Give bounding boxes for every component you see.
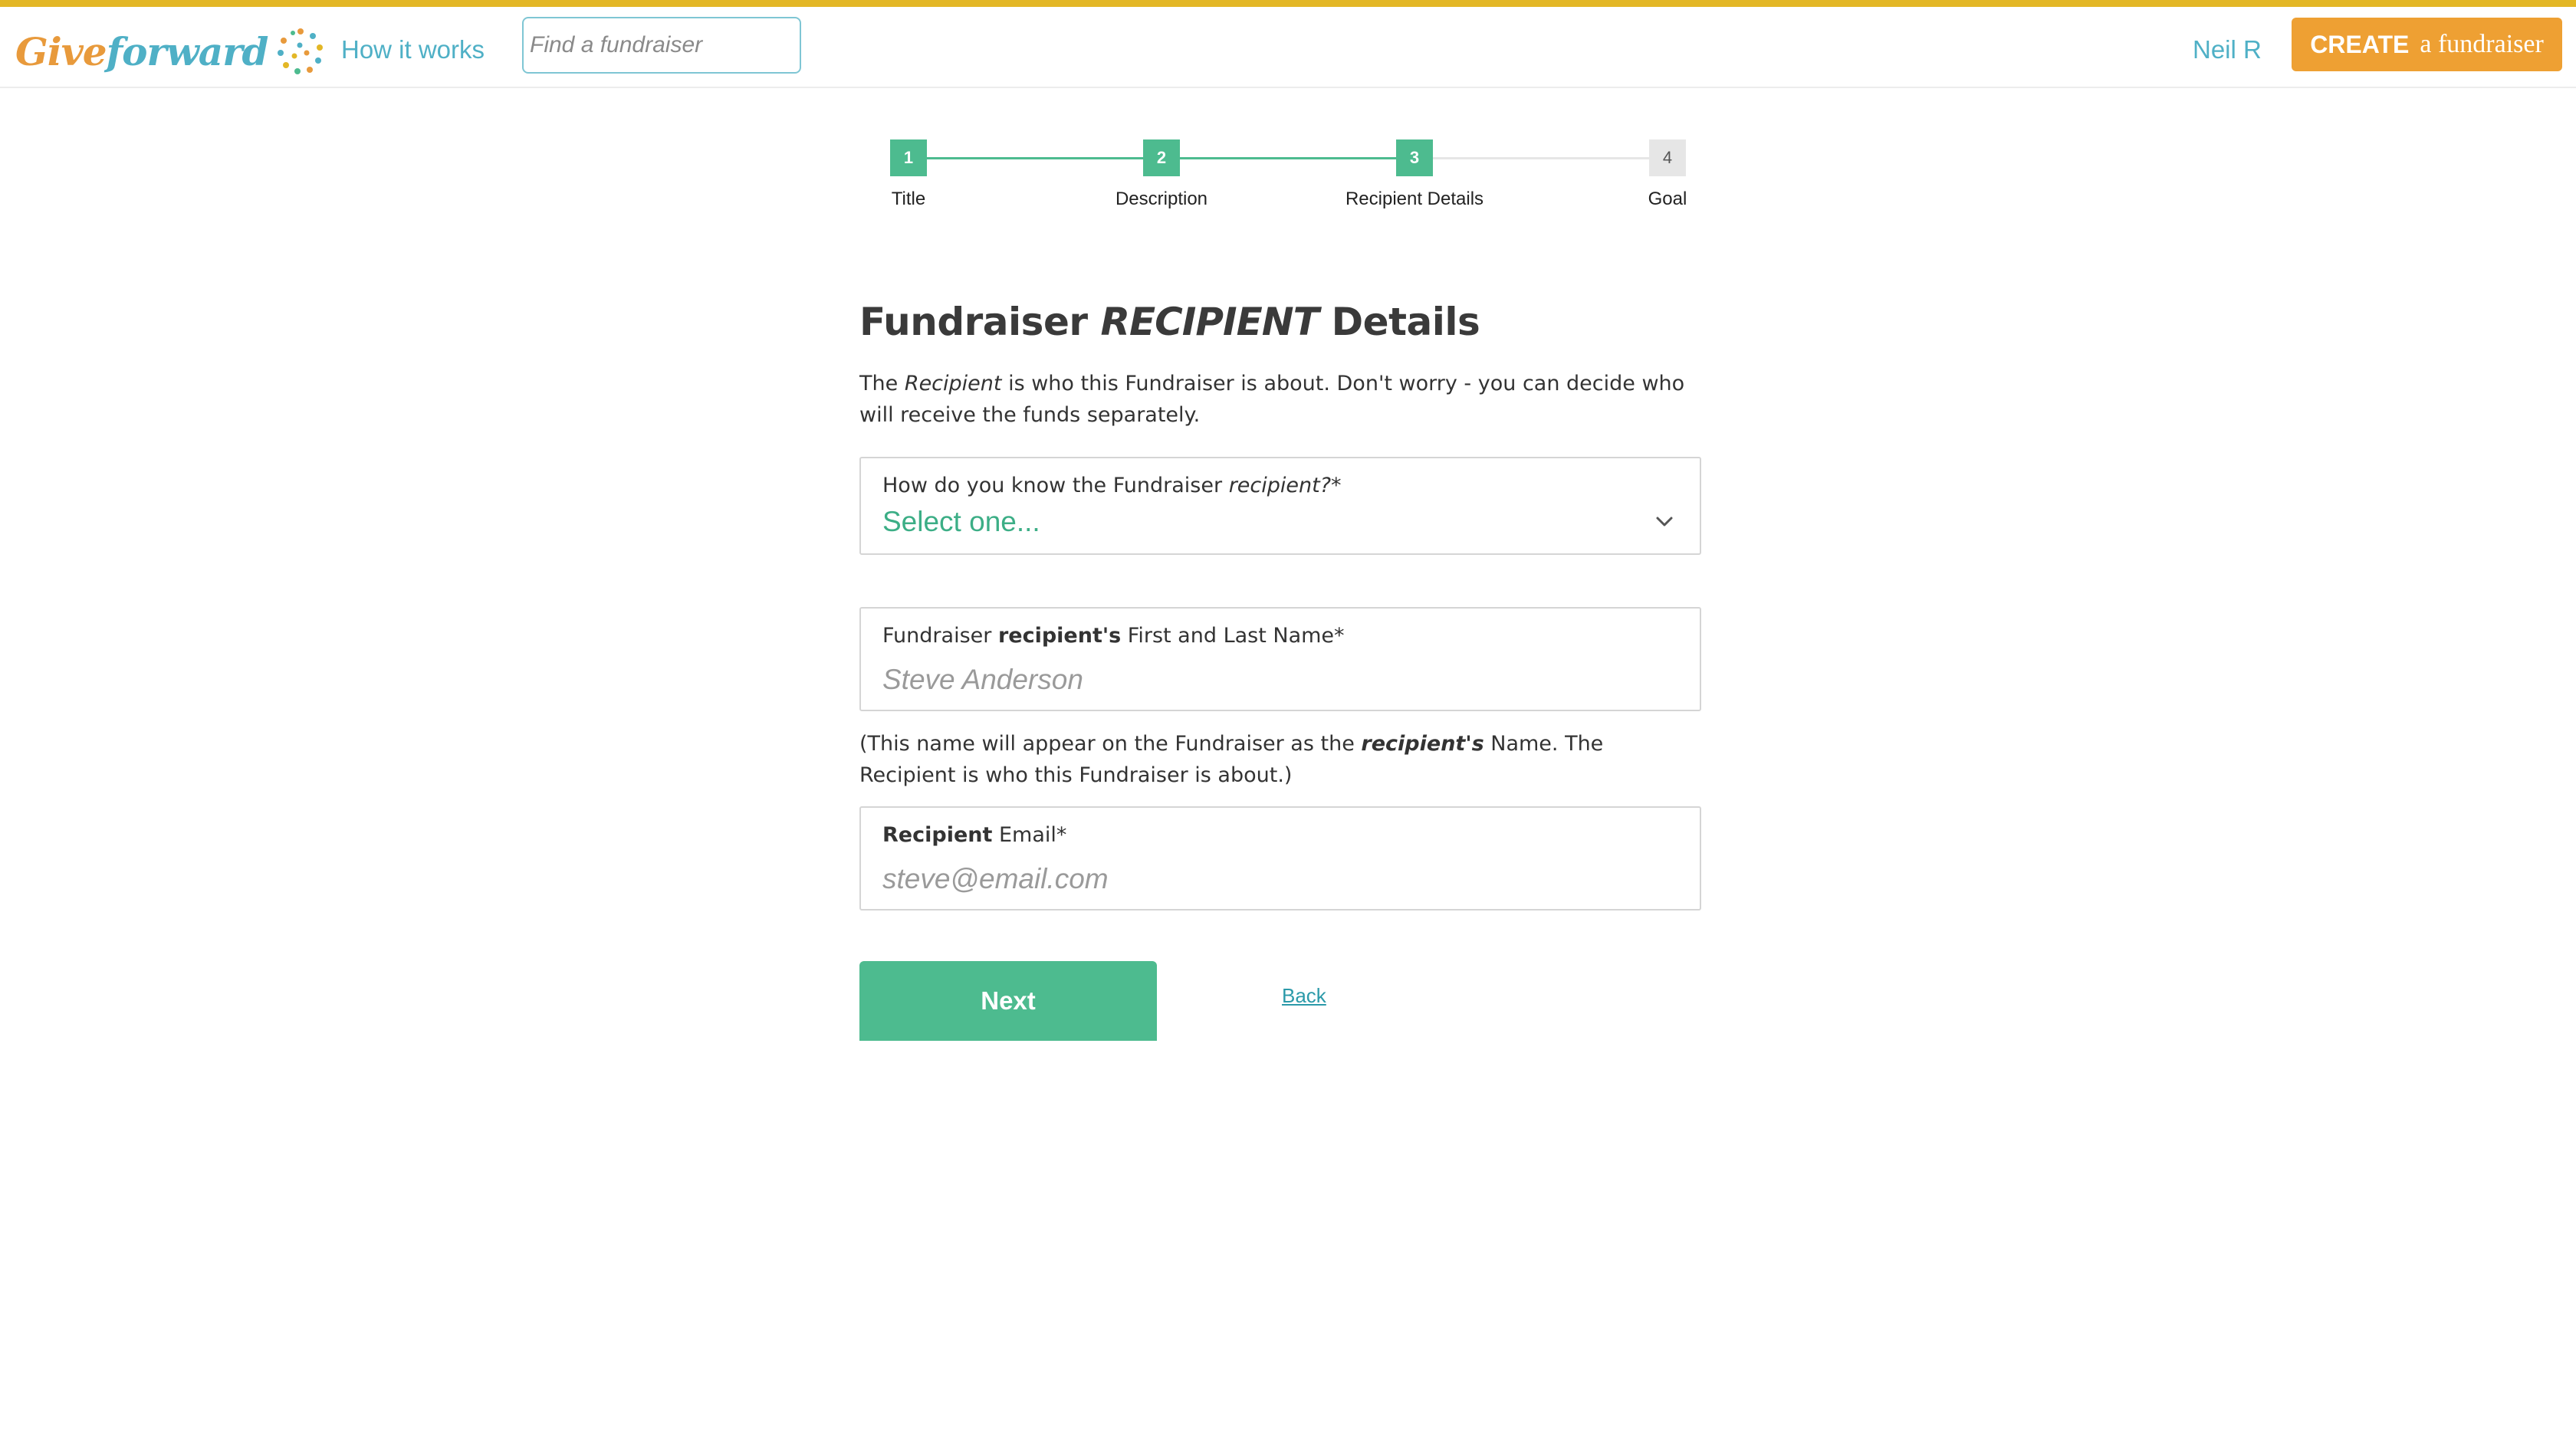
next-button[interactable]: Next: [859, 961, 1157, 1041]
step-label: Goal: [1648, 189, 1687, 209]
step-number: 1: [890, 139, 927, 176]
step-label: Recipient Details: [1345, 189, 1484, 209]
step-description: 2 Description: [1070, 134, 1254, 210]
search-box: [522, 17, 830, 74]
step-number: 2: [1143, 139, 1180, 176]
step-number: 4: [1649, 139, 1686, 176]
site-header: Giveforward How it works Neil R CREATE a…: [0, 7, 2576, 88]
relationship-select[interactable]: How do you know the Fundraiser recipient…: [859, 457, 1701, 555]
recipient-email-label: Recipient Email*: [882, 823, 1067, 847]
recipient-name-label: Fundraiser recipient's First and Last Na…: [882, 624, 1345, 648]
page-title-emphasis: RECIPIENT: [1100, 300, 1319, 344]
step-label: Description: [1115, 189, 1208, 209]
chevron-down-icon: [1656, 517, 1673, 527]
recipient-email-field: Recipient Email*: [859, 806, 1701, 911]
search-input[interactable]: [530, 22, 830, 68]
create-button-label: a fundraiser: [2420, 30, 2544, 58]
recipient-details-form: Fundraiser RECIPIENT Details The Recipie…: [859, 291, 1701, 1045]
relationship-select-value: Select one...: [882, 506, 1040, 537]
create-fundraiser-button[interactable]: CREATE a fundraiser: [2292, 18, 2562, 71]
step-label: Title: [891, 189, 926, 209]
step-goal: 4 Goal: [1576, 134, 1760, 210]
relationship-label: How do you know the Fundraiser recipient…: [882, 474, 1342, 497]
step-number: 3: [1396, 139, 1433, 176]
intro-text: The Recipient is who this Fundraiser is …: [859, 372, 1685, 427]
recipient-name-field: Fundraiser recipient's First and Last Na…: [859, 607, 1701, 711]
nav-how-it-works[interactable]: How it works: [341, 30, 485, 70]
create-button-strong-label: CREATE: [2310, 30, 2410, 58]
recipient-name-note: (This name will appear on the Fundraiser…: [859, 732, 1604, 787]
recipient-name-input[interactable]: [882, 659, 1672, 701]
step-title: 1 Title: [816, 134, 1001, 210]
progress-stepper: 1 Title 2 Description 3 Recipient Detail…: [843, 134, 1794, 218]
logo-dots-icon: [277, 28, 323, 74]
user-menu-link[interactable]: Neil R: [2193, 30, 2262, 70]
logo-wordmark: Giveforward: [15, 28, 269, 74]
form-actions: Next Back: [859, 961, 1701, 1045]
top-accent-bar: [0, 0, 2576, 7]
back-link[interactable]: Back: [1282, 984, 1326, 1008]
giveforward-logo[interactable]: Giveforward: [15, 22, 325, 80]
step-recipient-details: 3 Recipient Details: [1322, 134, 1506, 210]
page-title: Fundraiser RECIPIENT Details: [859, 300, 1480, 344]
recipient-email-input[interactable]: [882, 858, 1672, 900]
